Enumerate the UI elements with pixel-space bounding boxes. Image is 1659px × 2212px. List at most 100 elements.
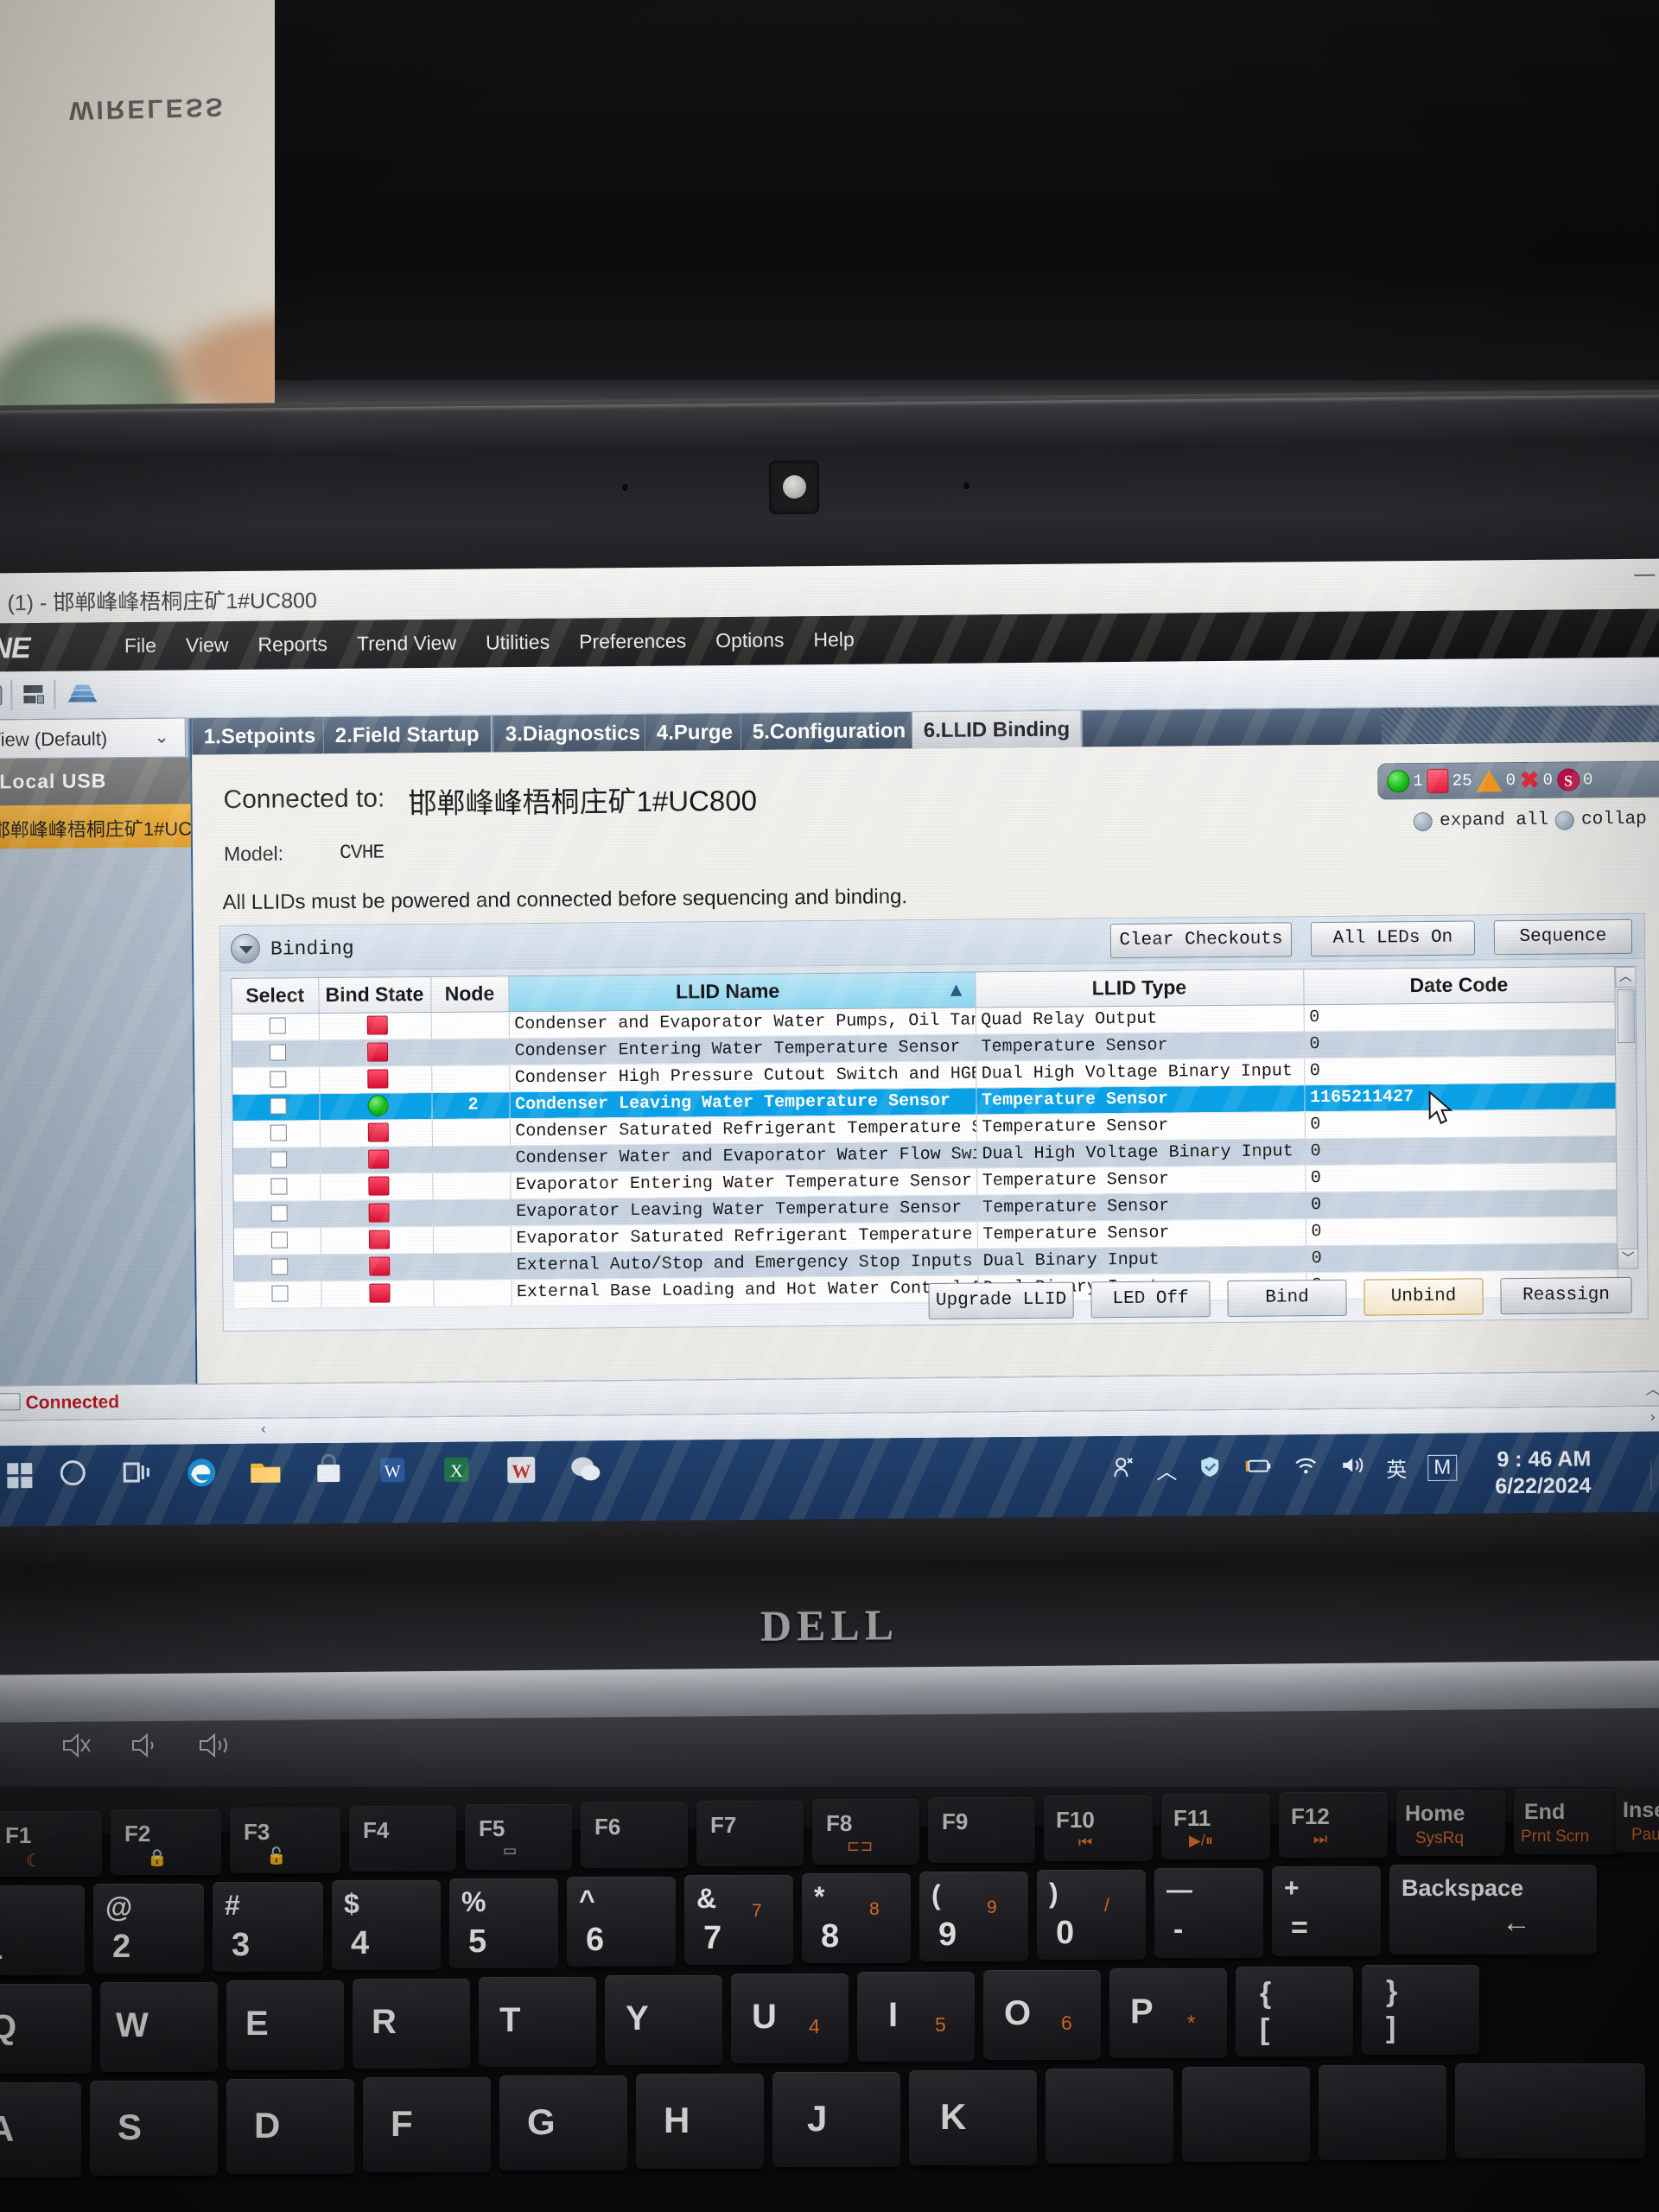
row-select-cell[interactable] <box>232 1093 320 1122</box>
scroll-up-icon[interactable]: ︿ <box>1615 966 1637 988</box>
key-k[interactable]: K <box>909 2070 1037 2165</box>
collapse-all-label[interactable]: collap <box>1581 810 1647 830</box>
key-w[interactable]: W <box>100 1982 218 2072</box>
clear-checkouts-button[interactable]: Clear Checkouts <box>1109 922 1293 959</box>
key-quote[interactable] <box>1319 2065 1446 2160</box>
key-h[interactable]: H <box>636 2074 764 2169</box>
row-checkbox[interactable] <box>270 1044 287 1061</box>
row-select-cell[interactable] <box>232 1013 319 1041</box>
sequence-button[interactable]: Sequence <box>1493 918 1633 956</box>
key-a[interactable]: A <box>0 2082 81 2177</box>
word-icon[interactable]: W <box>375 1452 413 1491</box>
volume-icon[interactable] <box>1339 1455 1365 1482</box>
row-checkbox[interactable] <box>271 1258 289 1275</box>
status-chip-error[interactable]: ✖ 0 <box>1520 767 1553 793</box>
key-l[interactable] <box>1046 2069 1173 2164</box>
menu-item-reports[interactable]: Reports <box>257 632 327 657</box>
ime-language-indicator[interactable]: 英 <box>1386 1452 1407 1483</box>
tab-diagnostics[interactable]: 3.Diagnostics <box>493 714 654 753</box>
led-off-button[interactable]: LED Off <box>1090 1281 1211 1319</box>
edge-browser-icon[interactable] <box>183 1454 221 1492</box>
key-7[interactable]: & 7 7 <box>684 1875 793 1965</box>
menu-item-utilities[interactable]: Utilities <box>486 631 550 655</box>
menu-item-preferences[interactable]: Preferences <box>579 629 686 653</box>
row-checkbox[interactable] <box>271 1231 289 1249</box>
key-8[interactable]: * 8 8 <box>802 1873 911 1963</box>
connect-icon[interactable] <box>0 682 8 708</box>
mute-mic-icon[interactable] <box>59 1730 95 1763</box>
menu-item-file[interactable]: File <box>124 634 156 658</box>
key-f9[interactable]: F9 <box>928 1797 1035 1863</box>
key-4[interactable]: $ 4 <box>332 1880 441 1970</box>
key-f11[interactable]: F11 ▶/⏸ <box>1161 1794 1270 1859</box>
key-y[interactable]: Y <box>605 1975 722 2065</box>
unbind-button[interactable]: Unbind <box>1363 1278 1484 1316</box>
tab-setpoints[interactable]: 1.Setpoints <box>191 717 329 755</box>
reassign-button[interactable]: Reassign <box>1500 1276 1632 1315</box>
menu-item-options[interactable]: Options <box>715 628 784 652</box>
battery-charging-icon[interactable] <box>1243 1456 1272 1483</box>
key-q[interactable]: Q <box>0 1984 92 2074</box>
excel-icon[interactable]: X <box>439 1452 477 1491</box>
cortana-search-icon[interactable] <box>55 1455 93 1493</box>
upgrade-llid-button[interactable]: Upgrade LLID <box>928 1281 1074 1320</box>
store-icon[interactable] <box>311 1453 349 1491</box>
menu-item-view[interactable]: View <box>186 633 229 657</box>
row-select-cell[interactable] <box>232 1039 320 1068</box>
key-i[interactable]: I 5 <box>857 1972 975 2062</box>
row-checkbox[interactable] <box>270 1151 288 1168</box>
wechat-icon[interactable] <box>567 1451 605 1489</box>
key-enter[interactable] <box>1455 2063 1645 2158</box>
key-backspace[interactable]: Backspace ← <box>1389 1865 1597 1955</box>
tab-field-startup[interactable]: 2.Field Startup <box>322 715 493 754</box>
collapse-all-icon[interactable] <box>1555 810 1575 830</box>
key-equals[interactable]: + = <box>1272 1866 1381 1956</box>
column-header-node[interactable]: Node <box>430 976 509 1013</box>
column-header-bind-state[interactable]: Bind State <box>318 977 431 1014</box>
key-home[interactable]: Home SysRq <box>1396 1790 1505 1856</box>
table-vertical-scrollbar[interactable]: ︿ ﹀ <box>1614 966 1639 1270</box>
key-p[interactable]: P * <box>1109 1968 1227 2058</box>
key-u[interactable]: U 4 <box>731 1974 849 2063</box>
column-header-llid-type[interactable]: LLID Type <box>975 969 1304 1007</box>
scrollbar-thumb[interactable] <box>1617 988 1636 1044</box>
key-9[interactable]: ( 9 9 <box>919 1872 1028 1961</box>
scroll-down-icon[interactable]: ﹀ <box>1618 1248 1639 1270</box>
collapse-toggle-icon[interactable] <box>230 933 261 964</box>
key-f1[interactable]: F1 ☾ <box>0 1811 102 1877</box>
key-g[interactable]: G <box>499 2075 627 2171</box>
key-2[interactable]: @ 2 <box>93 1884 204 1974</box>
menu-item-help[interactable]: Help <box>813 628 855 652</box>
wifi-icon[interactable] <box>1293 1455 1319 1482</box>
key-f2[interactable]: F2 🔒 <box>111 1809 221 1875</box>
list-view-icon[interactable] <box>21 682 47 708</box>
row-select-cell[interactable] <box>232 1120 320 1148</box>
status-chip-service[interactable]: S 0 <box>1556 768 1593 791</box>
volume-up-icon[interactable] <box>195 1730 232 1763</box>
people-icon[interactable] <box>1111 1455 1135 1485</box>
row-checkbox[interactable] <box>270 1178 288 1195</box>
row-select-cell[interactable] <box>234 1281 321 1309</box>
status-chip-warning[interactable]: 0 <box>1476 769 1516 791</box>
key-o[interactable]: O 6 <box>983 1970 1101 2060</box>
row-checkbox[interactable] <box>270 1097 287 1115</box>
tree-item-selected[interactable]: 邯郸峰峰梧桐庄矿1#UC800 <box>0 804 191 849</box>
row-checkbox[interactable] <box>271 1285 289 1302</box>
row-select-cell[interactable] <box>232 1066 320 1095</box>
key-j[interactable]: J <box>772 2072 900 2167</box>
hscroll-left-icon[interactable]: ‹ <box>252 1419 275 1443</box>
column-header-select[interactable]: Select <box>232 978 319 1014</box>
row-select-cell[interactable] <box>233 1147 321 1175</box>
building-icon[interactable] <box>64 681 100 707</box>
task-view-icon[interactable] <box>119 1455 157 1493</box>
key-6[interactable]: ^ 6 <box>567 1877 676 1967</box>
key-t[interactable]: T <box>479 1977 596 2067</box>
key-f8[interactable]: F8 ⊏⊐ <box>812 1799 919 1865</box>
start-button-icon[interactable] <box>7 1463 33 1489</box>
status-chip-ok[interactable]: 1 <box>1387 770 1423 793</box>
column-header-date-code[interactable]: Date Code <box>1303 967 1615 1005</box>
bind-button[interactable]: Bind <box>1227 1279 1347 1317</box>
security-shield-icon[interactable] <box>1198 1454 1222 1484</box>
tab-configuration[interactable]: 5.Configuration <box>740 712 919 750</box>
key-bracket-right[interactable]: } ] <box>1362 1965 1479 2055</box>
